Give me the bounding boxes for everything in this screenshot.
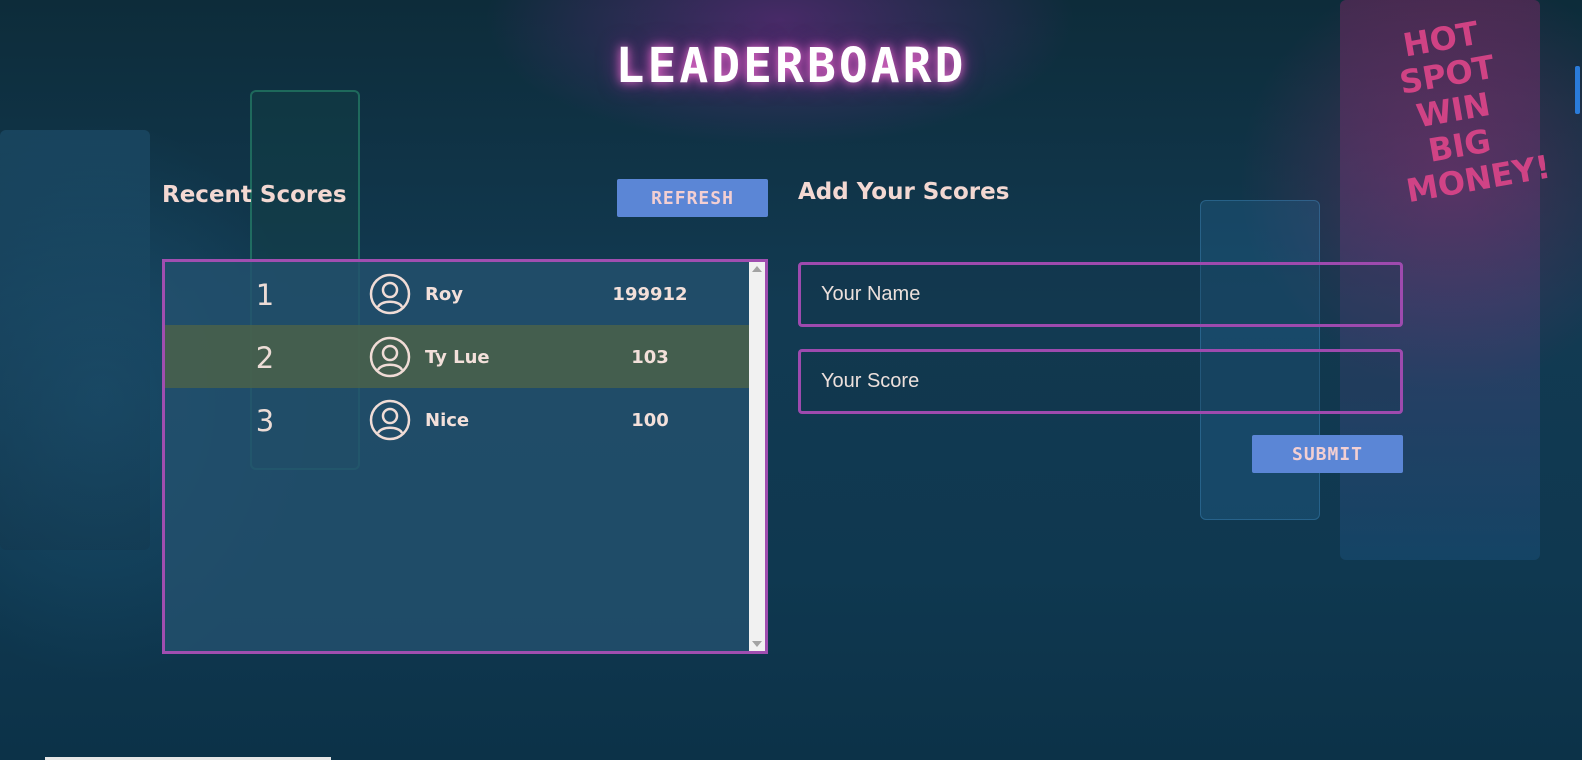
rank-number: 3	[255, 404, 275, 438]
user-circle-icon	[369, 399, 411, 441]
refresh-button[interactable]: REFRESH	[617, 179, 768, 217]
score-row: 2 Ty Lue 103	[165, 325, 749, 388]
edge-accent	[1575, 66, 1580, 114]
user-circle-icon	[369, 273, 411, 315]
scores-list[interactable]: 1 Roy 199912 2 Ty Lue 103 3 Nice 100	[162, 259, 768, 654]
user-circle-icon	[369, 336, 411, 378]
player-name: Roy	[425, 284, 463, 305]
page-title: LEADERBOARD	[615, 38, 967, 94]
submit-button[interactable]: SUBMIT	[1252, 435, 1403, 473]
player-score: 199912	[612, 284, 688, 305]
score-row: 3 Nice 100	[165, 388, 749, 451]
player-score: 100	[631, 410, 669, 431]
scroll-up-arrow-icon[interactable]	[752, 266, 762, 272]
player-name: Ty Lue	[425, 347, 490, 368]
score-input[interactable]	[798, 349, 1403, 414]
player-name: Nice	[425, 410, 470, 431]
player-score: 103	[631, 347, 669, 368]
name-input[interactable]	[798, 262, 1403, 327]
background-arcade-machine	[0, 130, 150, 550]
rank-number: 1	[255, 278, 275, 312]
scroll-down-arrow-icon[interactable]	[752, 641, 762, 647]
scrollbar[interactable]	[749, 262, 765, 651]
score-row: 1 Roy 199912	[165, 262, 749, 325]
recent-scores-heading: Recent Scores	[162, 182, 347, 208]
rank-number: 2	[255, 341, 275, 375]
add-scores-heading: Add Your Scores	[798, 179, 1010, 205]
